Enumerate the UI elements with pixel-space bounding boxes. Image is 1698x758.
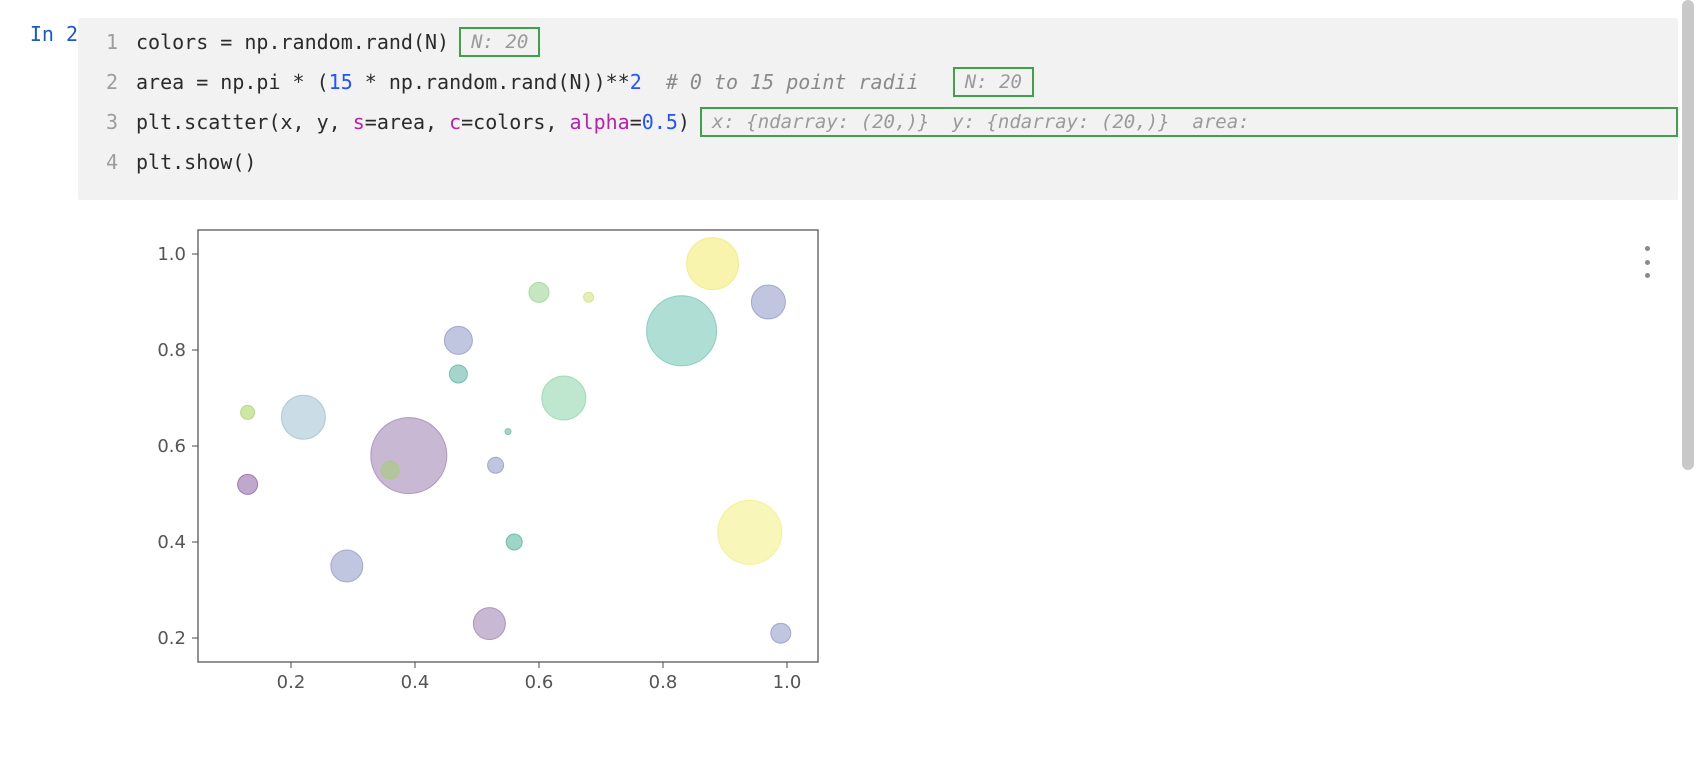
svg-text:0.6: 0.6 bbox=[525, 672, 554, 693]
code-line[interactable]: 2 area = np.pi * ( 15 * np.random.rand(N… bbox=[78, 62, 1678, 102]
code-line[interactable]: 1 colors = np.random.rand(N) N: 20 bbox=[78, 22, 1678, 62]
code-comment: # 0 to 15 point radii bbox=[642, 62, 943, 102]
line-number: 4 bbox=[78, 142, 136, 182]
svg-text:0.4: 0.4 bbox=[157, 532, 186, 553]
code-editor[interactable]: 1 colors = np.random.rand(N) N: 20 2 are… bbox=[78, 18, 1678, 200]
code-token: s bbox=[353, 102, 365, 142]
svg-text:1.0: 1.0 bbox=[773, 672, 802, 693]
code-token: colors = np.random.rand(N) bbox=[136, 22, 449, 62]
code-token: plt.scatter(x, y, bbox=[136, 102, 353, 142]
code-token: plt.show() bbox=[136, 142, 256, 182]
notebook: In 2 1 colors = np.random.rand(N) N: 20 … bbox=[0, 0, 1698, 700]
inline-hint[interactable]: x: {ndarray: (20,)} y: {ndarray: (20,)} … bbox=[700, 107, 1678, 137]
code-token: =colors, bbox=[461, 102, 569, 142]
svg-text:0.8: 0.8 bbox=[157, 340, 186, 361]
code-token: alpha bbox=[570, 102, 630, 142]
code-token: 15 bbox=[329, 62, 353, 102]
chart-svg: 0.2 0.4 0.6 0.8 1.0 0.2 0.4 0.6 0.8 1.0 bbox=[118, 220, 838, 700]
cell-prompt: In 2 bbox=[0, 18, 78, 46]
code-token: =area, bbox=[365, 102, 449, 142]
svg-text:0.2: 0.2 bbox=[277, 672, 306, 693]
code-token: = bbox=[630, 102, 642, 142]
code-line[interactable]: 3 plt.scatter(x, y, s =area, c =colors, … bbox=[78, 102, 1678, 142]
line-number: 1 bbox=[78, 22, 136, 62]
svg-text:0.6: 0.6 bbox=[157, 436, 186, 457]
line-number: 3 bbox=[78, 102, 136, 142]
code-token: 0.5 bbox=[642, 102, 678, 142]
inline-hint[interactable]: N: 20 bbox=[459, 27, 540, 57]
scatter-chart: 0.2 0.4 0.6 0.8 1.0 0.2 0.4 0.6 0.8 1.0 bbox=[118, 220, 838, 700]
code-cell: In 2 1 colors = np.random.rand(N) N: 20 … bbox=[0, 18, 1698, 200]
svg-text:1.0: 1.0 bbox=[157, 244, 186, 265]
svg-text:0.2: 0.2 bbox=[157, 628, 186, 649]
svg-text:0.8: 0.8 bbox=[649, 672, 678, 693]
inline-hint[interactable]: N: 20 bbox=[953, 67, 1034, 97]
scrollbar-thumb[interactable] bbox=[1682, 0, 1694, 470]
code-line[interactable]: 4 plt.show() bbox=[78, 142, 1678, 182]
code-token: 2 bbox=[630, 62, 642, 102]
code-token: ) bbox=[678, 102, 690, 142]
scrollbar-track[interactable] bbox=[1682, 0, 1696, 478]
output-area: 0.2 0.4 0.6 0.8 1.0 0.2 0.4 0.6 0.8 1.0 bbox=[0, 220, 1698, 700]
code-token: * np.random.rand(N))** bbox=[353, 62, 630, 102]
code-token: c bbox=[449, 102, 461, 142]
svg-text:0.4: 0.4 bbox=[401, 672, 430, 693]
more-options-icon[interactable] bbox=[1634, 242, 1660, 282]
line-number: 2 bbox=[78, 62, 136, 102]
code-token: area = np.pi * ( bbox=[136, 62, 329, 102]
